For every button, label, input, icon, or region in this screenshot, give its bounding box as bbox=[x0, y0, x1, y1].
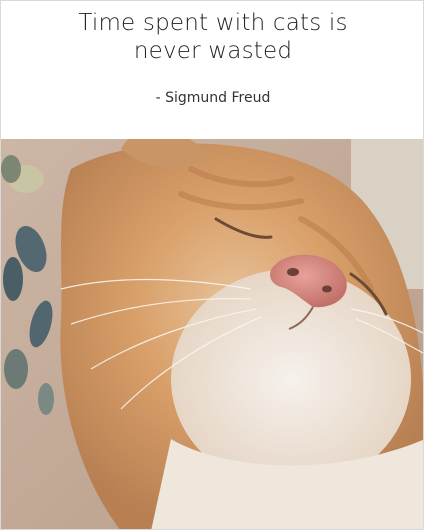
quote-card: Time spent with cats is never wasted - S… bbox=[0, 0, 424, 530]
sleeping-kitten-photo bbox=[1, 139, 423, 529]
quote-line-1: Time spent with cats is bbox=[78, 10, 348, 36]
quote-line-2: never wasted bbox=[133, 38, 293, 64]
quote-text: Time spent with cats is never wasted bbox=[1, 9, 423, 65]
quote-author: - Sigmund Freud bbox=[155, 90, 271, 106]
